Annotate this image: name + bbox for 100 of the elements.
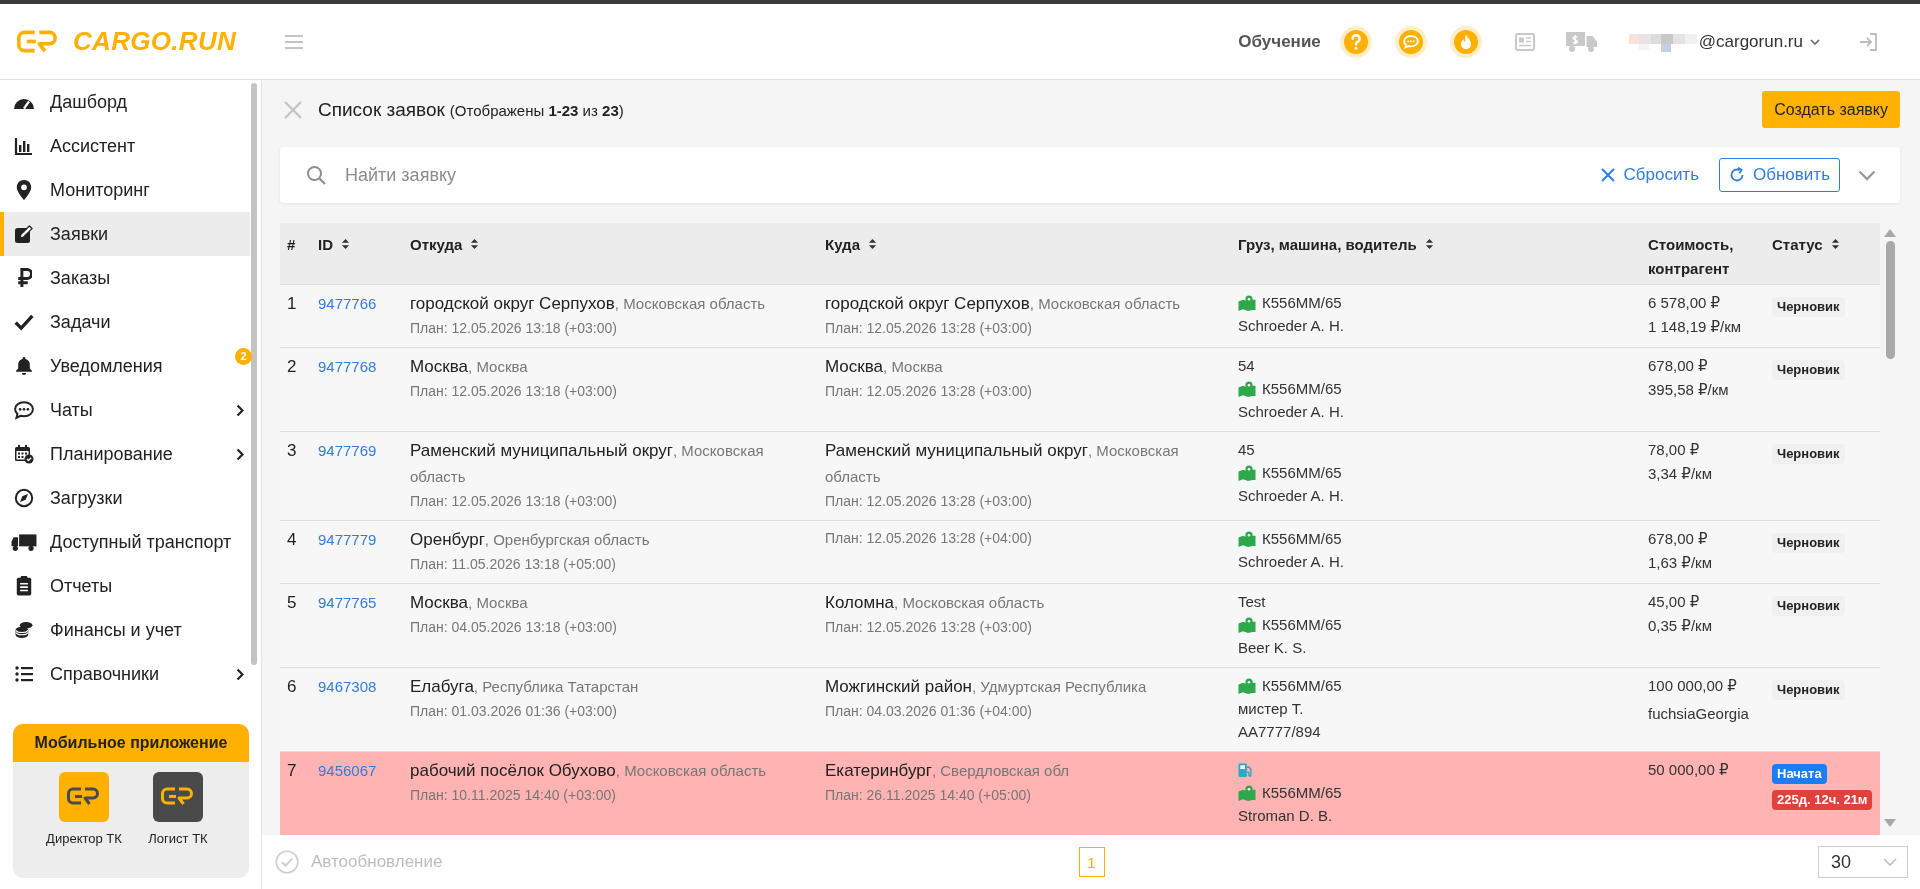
fuel-pump-icon	[1238, 761, 1252, 778]
order-id-link[interactable]: 9477779	[318, 531, 377, 548]
sort-icon	[1830, 238, 1840, 250]
truck-icon[interactable]	[1564, 30, 1599, 53]
help-icon[interactable]	[1338, 24, 1373, 59]
place-name: Коломна, Московская область	[825, 592, 1045, 614]
training-link[interactable]: Обучение	[1238, 31, 1321, 52]
rate-text: 3,34 ₽/км	[1648, 465, 1712, 482]
place-name: Оренбург, Оренбургская область	[410, 529, 650, 551]
planned-time: План: 10.11.2025 14:40 (+03:00)	[410, 786, 616, 805]
price-text: 6 578,00 ₽	[1648, 294, 1721, 311]
cargo-line: Test	[1238, 592, 1266, 612]
sidebar-item[interactable]: Уведомления 2	[0, 344, 250, 388]
row-number: 6	[287, 677, 297, 696]
order-id-link[interactable]: 9477766	[318, 295, 377, 312]
contractor-name: fuchsiaGeorgia	[1648, 705, 1749, 722]
sidebar-item[interactable]: Отчеты	[0, 564, 250, 608]
order-id-link[interactable]: 9477765	[318, 594, 377, 611]
sidebar-item[interactable]: Загрузки	[0, 476, 250, 520]
place-name: Раменский муниципальный округ, Московская область	[410, 440, 765, 487]
sidebar-item[interactable]: Ассистент	[0, 124, 250, 168]
planned-time: План: 04.03.2026 01:36 (+04:00)	[825, 702, 1032, 721]
map-marker-icon	[1238, 380, 1256, 397]
column-header[interactable]: Груз, машина, водитель	[1230, 223, 1640, 284]
sidebar-item[interactable]: Заявки	[0, 212, 250, 256]
sort-icon	[868, 238, 877, 250]
status-badge: Начата	[1772, 764, 1827, 784]
status-badge: Черновик	[1772, 533, 1845, 553]
planned-time: План: 12.05.2026 13:28 (+03:00)	[825, 382, 1032, 401]
search-bar[interactable]: Найти заявку Сбросить Обновить	[280, 147, 1900, 203]
app-icon[interactable]	[59, 772, 109, 822]
list-icon	[14, 664, 34, 684]
refresh-button[interactable]: Обновить	[1719, 158, 1840, 192]
search-icon	[306, 165, 326, 185]
per-page-select[interactable]: 30	[1818, 846, 1908, 878]
place-name: Екатеринбург, Свердловская обл	[825, 760, 1070, 782]
reset-button[interactable]: Сбросить	[1601, 165, 1699, 185]
check-circle-icon[interactable]	[275, 850, 299, 874]
sidebar-item[interactable]: Заказы	[0, 256, 250, 300]
sidebar-item[interactable]: Доступный транспорт	[0, 520, 250, 564]
user-menu-button[interactable]: @cargorun.ru	[1628, 31, 1820, 52]
vehicle-plate: К556ММ/65	[1262, 615, 1342, 635]
rate-text: 1,63 ₽/км	[1648, 554, 1712, 571]
sidebar-item[interactable]: Чаты	[0, 388, 250, 432]
sidebar-item[interactable]: Финансы и учет	[0, 608, 250, 652]
scrollbar-thumb[interactable]	[251, 83, 257, 665]
place-name: городской округ Серпухов, Московская область	[825, 293, 1181, 315]
column-header: #	[286, 235, 297, 255]
sidebar-item[interactable]: Справочники	[0, 652, 250, 696]
scroll-down-icon[interactable]	[1884, 819, 1896, 827]
order-id-link[interactable]: 9477769	[318, 442, 377, 459]
row-number: 4	[287, 530, 297, 549]
cargo-line: 45	[1238, 440, 1255, 460]
column-header[interactable]: Статус	[1764, 223, 1880, 284]
order-id-link[interactable]: 9467308	[318, 678, 377, 695]
scrollbar-thumb[interactable]	[1885, 241, 1895, 359]
app-icon[interactable]	[153, 772, 203, 822]
place-name: Москва, Москва	[410, 356, 528, 378]
chat-icon[interactable]	[1393, 24, 1428, 59]
rate-text: 395,58 ₽/км	[1648, 381, 1729, 398]
row-number: 1	[287, 294, 297, 313]
close-icon[interactable]	[283, 99, 303, 120]
fire-icon[interactable]	[1448, 24, 1483, 59]
planned-time: План: 12.05.2026 13:28 (+03:00)	[825, 492, 1032, 511]
timer-badge: 225д. 12ч. 21м	[1772, 790, 1873, 810]
chevron-right-icon	[236, 447, 244, 461]
planned-time: План: 11.05.2026 13:18 (+05:00)	[410, 555, 616, 574]
rate-text: 0,35 ₽/км	[1648, 617, 1712, 634]
sort-icon	[341, 238, 350, 250]
chevron-down-icon[interactable]	[1858, 169, 1876, 181]
vehicle-plate: К556ММ/65	[1262, 293, 1342, 313]
page-title: Список заявок	[318, 98, 445, 121]
logout-icon[interactable]	[1858, 31, 1878, 52]
scroll-up-icon[interactable]	[1884, 229, 1896, 237]
sidebar-item[interactable]: Задачи	[0, 300, 250, 344]
planned-time: План: 12.05.2026 13:18 (+03:00)	[410, 319, 617, 338]
status-badge: Черновик	[1772, 680, 1845, 700]
newspaper-icon[interactable]	[1514, 32, 1535, 51]
close-icon	[1601, 168, 1616, 182]
order-id-link[interactable]: 9477768	[318, 358, 377, 375]
column-header[interactable]: Откуда	[402, 223, 817, 284]
search-field[interactable]: Найти заявку	[345, 160, 1582, 190]
vehicle-plate: К556ММ/65	[1262, 379, 1342, 399]
sort-icon	[470, 238, 480, 250]
place-name: Москва, Москва	[410, 592, 528, 614]
sidebar-item[interactable]: Мониторинг	[0, 168, 250, 212]
ruble-icon	[16, 268, 32, 288]
sidebar-item[interactable]: Дашборд	[0, 80, 250, 124]
planned-time: План: 12.05.2026 13:28 (+04:00)	[825, 529, 1032, 548]
create-order-button[interactable]: Создать заявку	[1762, 91, 1900, 128]
column-header[interactable]: ID	[310, 223, 402, 284]
planned-time: План: 12.05.2026 13:18 (+03:00)	[410, 382, 617, 401]
map-marker-icon	[1238, 294, 1256, 311]
planned-time: План: 12.05.2026 13:28 (+03:00)	[825, 618, 1032, 637]
column-header[interactable]: Куда	[817, 223, 1230, 284]
row-number: 3	[287, 441, 297, 460]
sidebar-item[interactable]: Планирование	[0, 432, 250, 476]
status-badge: Черновик	[1772, 596, 1845, 616]
menu-icon[interactable]	[285, 34, 303, 49]
map-marker-icon	[1238, 530, 1256, 547]
